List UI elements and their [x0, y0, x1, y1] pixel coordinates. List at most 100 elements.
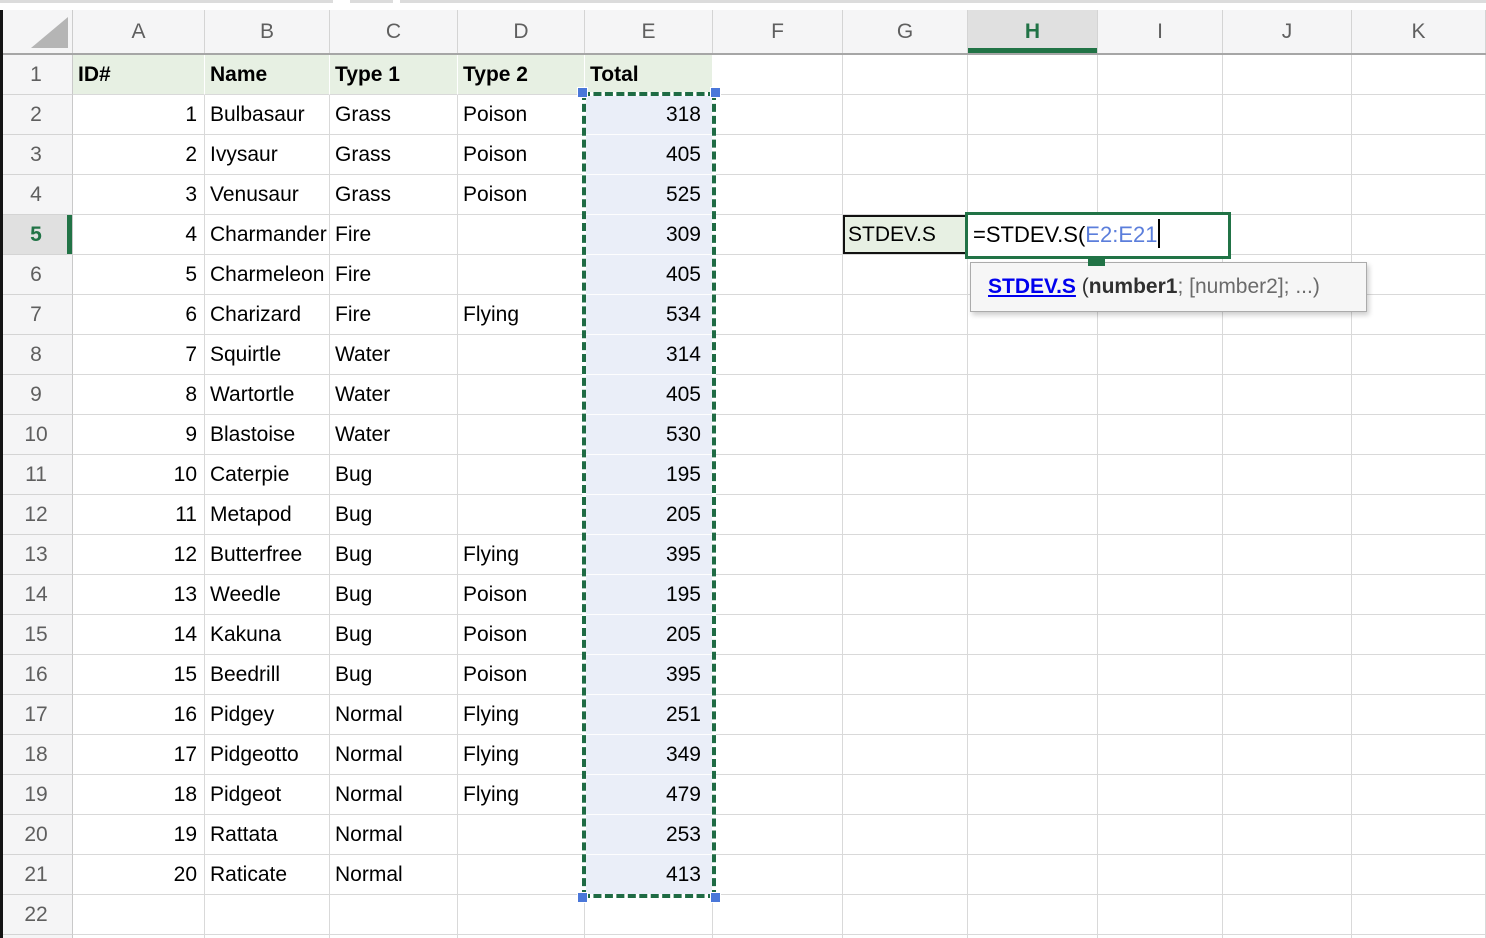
cell-K2[interactable] — [1352, 95, 1486, 135]
cell-G4[interactable] — [843, 175, 968, 215]
cell-I18[interactable] — [1098, 735, 1223, 775]
header-cell-C1[interactable]: Type 1 — [330, 55, 458, 95]
row-header-20[interactable]: 20 — [0, 815, 73, 855]
cell-D13[interactable]: Flying — [458, 535, 585, 575]
cell-D22[interactable] — [458, 895, 585, 935]
cell-I3[interactable] — [1098, 135, 1223, 175]
cell-A14[interactable]: 13 — [73, 575, 205, 615]
cell-B22[interactable] — [205, 895, 330, 935]
cell-H1[interactable] — [968, 55, 1098, 95]
cell-A13[interactable]: 12 — [73, 535, 205, 575]
row-header-18[interactable]: 18 — [0, 735, 73, 775]
cell-E9[interactable]: 405 — [585, 375, 713, 415]
cell-E10[interactable]: 530 — [585, 415, 713, 455]
cell-G22[interactable] — [843, 895, 968, 935]
cell-J19[interactable] — [1223, 775, 1352, 815]
cell-H15[interactable] — [968, 615, 1098, 655]
row-header-4[interactable]: 4 — [0, 175, 73, 215]
cell-E14[interactable]: 195 — [585, 575, 713, 615]
cell-C12[interactable]: Bug — [330, 495, 458, 535]
cell-K18[interactable] — [1352, 735, 1486, 775]
cell-C18[interactable]: Normal — [330, 735, 458, 775]
cell-K20[interactable] — [1352, 815, 1486, 855]
cell-F10[interactable] — [713, 415, 843, 455]
cell-K9[interactable] — [1352, 375, 1486, 415]
col-header-C[interactable]: C — [330, 10, 458, 53]
function-help-link[interactable]: STDEV.S — [988, 275, 1076, 298]
cell-F11[interactable] — [713, 455, 843, 495]
cell-I4[interactable] — [1098, 175, 1223, 215]
row-header-12[interactable]: 12 — [0, 495, 73, 535]
cell-A6[interactable]: 5 — [73, 255, 205, 295]
cell-B18[interactable]: Pidgeotto — [205, 735, 330, 775]
cell-F9[interactable] — [713, 375, 843, 415]
cell-K8[interactable] — [1352, 335, 1486, 375]
cell-D16[interactable]: Poison — [458, 655, 585, 695]
cell-K16[interactable] — [1352, 655, 1486, 695]
cell-C8[interactable]: Water — [330, 335, 458, 375]
cell-E11[interactable]: 195 — [585, 455, 713, 495]
cell-G16[interactable] — [843, 655, 968, 695]
cell-D9[interactable] — [458, 375, 585, 415]
cell-K15[interactable] — [1352, 615, 1486, 655]
cell-J20[interactable] — [1223, 815, 1352, 855]
formula-edit-cell[interactable]: =STDEV.S(E2:E21 — [965, 212, 1231, 259]
cell-J15[interactable] — [1223, 615, 1352, 655]
cell-B14[interactable]: Weedle — [205, 575, 330, 615]
cell-I14[interactable] — [1098, 575, 1223, 615]
cell-D14[interactable]: Poison — [458, 575, 585, 615]
col-header-H[interactable]: H — [968, 10, 1098, 53]
cell-I20[interactable] — [1098, 815, 1223, 855]
cell-C21[interactable]: Normal — [330, 855, 458, 895]
row-header-3[interactable]: 3 — [0, 135, 73, 175]
cell-D11[interactable] — [458, 455, 585, 495]
row-header-19[interactable]: 19 — [0, 775, 73, 815]
col-header-D[interactable]: D — [458, 10, 585, 53]
cell-A21[interactable]: 20 — [73, 855, 205, 895]
cell-H11[interactable] — [968, 455, 1098, 495]
cell-E16[interactable]: 395 — [585, 655, 713, 695]
row-header-11[interactable]: 11 — [0, 455, 73, 495]
cell-G5-stdev-label[interactable]: STDEV.S — [843, 215, 968, 255]
cell-F16[interactable] — [713, 655, 843, 695]
cell-C10[interactable]: Water — [330, 415, 458, 455]
cell-G17[interactable] — [843, 695, 968, 735]
col-header-F[interactable]: F — [713, 10, 843, 53]
cell-J12[interactable] — [1223, 495, 1352, 535]
cell-I11[interactable] — [1098, 455, 1223, 495]
cell-E19[interactable]: 479 — [585, 775, 713, 815]
cell-G21[interactable] — [843, 855, 968, 895]
cell-I1[interactable] — [1098, 55, 1223, 95]
row-header-17[interactable]: 17 — [0, 695, 73, 735]
cell-A8[interactable]: 7 — [73, 335, 205, 375]
cell-E4[interactable]: 525 — [585, 175, 713, 215]
cell-F5[interactable] — [713, 215, 843, 255]
cell-J8[interactable] — [1223, 335, 1352, 375]
col-header-J[interactable]: J — [1223, 10, 1352, 53]
cell-A11[interactable]: 10 — [73, 455, 205, 495]
cell-D6[interactable] — [458, 255, 585, 295]
cell-G7[interactable] — [843, 295, 968, 335]
cell-C16[interactable]: Bug — [330, 655, 458, 695]
cell-B2[interactable]: Bulbasaur — [205, 95, 330, 135]
cell-K11[interactable] — [1352, 455, 1486, 495]
header-cell-D1[interactable]: Type 2 — [458, 55, 585, 95]
cell-E6[interactable]: 405 — [585, 255, 713, 295]
col-header-K[interactable]: K — [1352, 10, 1486, 53]
cell-H4[interactable] — [968, 175, 1098, 215]
cell-A12[interactable]: 11 — [73, 495, 205, 535]
cell-C2[interactable]: Grass — [330, 95, 458, 135]
cell-G8[interactable] — [843, 335, 968, 375]
row-header-13[interactable]: 13 — [0, 535, 73, 575]
cell-F7[interactable] — [713, 295, 843, 335]
cell-F22[interactable] — [713, 895, 843, 935]
cell-J21[interactable] — [1223, 855, 1352, 895]
cell-F13[interactable] — [713, 535, 843, 575]
cell-F21[interactable] — [713, 855, 843, 895]
cell-B20[interactable]: Rattata — [205, 815, 330, 855]
cell-H2[interactable] — [968, 95, 1098, 135]
cell-D2[interactable]: Poison — [458, 95, 585, 135]
cell-C4[interactable]: Grass — [330, 175, 458, 215]
cell-H17[interactable] — [968, 695, 1098, 735]
cell-F19[interactable] — [713, 775, 843, 815]
